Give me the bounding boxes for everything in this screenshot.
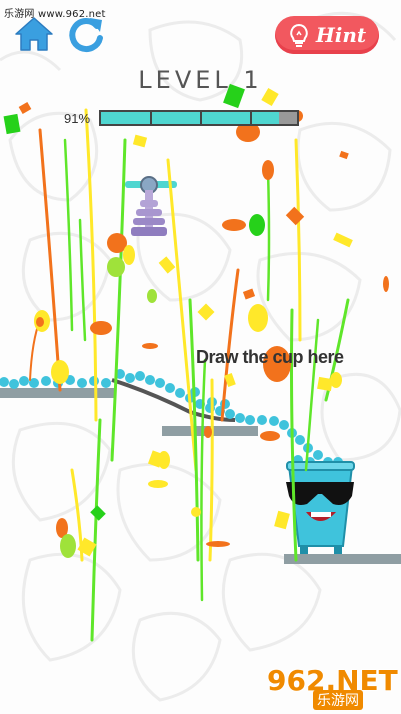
restart-icon [69,18,103,53]
platform-right [284,554,401,564]
lightbulb-icon [290,23,308,47]
hint-button[interactable]: Hint [275,16,379,54]
dispenser [125,176,177,236]
restart-button[interactable] [66,14,106,54]
cup-character [286,461,355,554]
progress-bar [99,110,299,126]
draw-hint-text: Draw the cup here [196,347,344,367]
progress-percent: 91% [64,111,91,126]
hint-label: Hint [315,23,367,47]
progress-tick [150,112,152,124]
water-balls [0,369,343,467]
level-title: LEVEL 1 [138,66,263,94]
progress-tick [200,112,202,124]
home-icon [15,17,53,51]
game-screen: 乐游网 www.962.net Hint LEVEL 1 91% Draw th… [0,0,401,714]
watermark-name: 乐游网 [313,690,363,710]
progress-tick [250,112,252,124]
home-button[interactable] [14,16,54,52]
platform-middle [162,426,258,436]
platform-left [0,388,115,398]
progress-bar-fill [101,112,280,124]
watermark-bottom: 962.NET 乐游网 [265,664,398,710]
